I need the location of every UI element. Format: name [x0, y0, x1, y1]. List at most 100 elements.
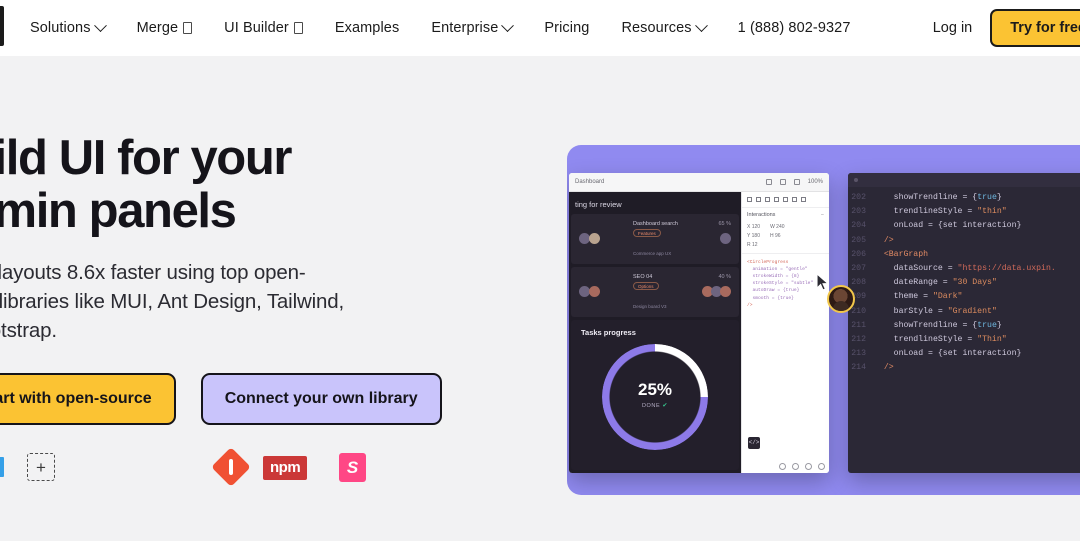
- code-line-text: onLoad = {set interaction}: [893, 221, 1022, 231]
- hero-subtitle: ign layouts 8.6x faster using top open- …: [0, 260, 345, 343]
- code-line: strokeWidth = {8}: [747, 274, 800, 280]
- library-logos-row: + npm S: [0, 447, 465, 487]
- collapse-icon[interactable]: −: [821, 212, 824, 218]
- properties-inspector-panel: Interactions − X 120 W 240 Y 180 H 96 R …: [741, 192, 829, 473]
- merge-badge-icon: [183, 22, 193, 34]
- code-line-text: showTrendline = {true}: [893, 193, 1002, 202]
- nav-right-actions: Log in Try for free: [933, 0, 1080, 56]
- inspector-field-r[interactable]: R 12: [747, 242, 758, 248]
- code-line-number: 211: [851, 320, 866, 330]
- hero-content: uild UI for your dmin panels ign layouts…: [0, 131, 465, 487]
- nav-item-examples[interactable]: Examples: [335, 20, 399, 36]
- brand-logo-mark[interactable]: [0, 6, 4, 46]
- partial-logo-icon: [0, 457, 4, 478]
- task-card[interactable]: SEO 04 Options 40 % Design board V3: [571, 267, 739, 317]
- zoom-in-icon[interactable]: [818, 463, 825, 470]
- start-with-open-source-button[interactable]: tart with open-source: [0, 373, 176, 426]
- code-editor-content[interactable]: 202 showTrendline = {true} 203 trendlineS…: [848, 187, 1080, 380]
- zoom-level[interactable]: 100%: [808, 179, 823, 185]
- storybook-logo-icon: S: [339, 453, 366, 483]
- inspector-row: X 120 W 240: [742, 222, 829, 231]
- code-line-text: theme = "Dark": [893, 292, 963, 302]
- hero-illustration: Dashboard 100% ting for review Dashboard…: [567, 145, 1080, 495]
- collaborator-avatar: [827, 285, 855, 313]
- code-line: />: [747, 302, 753, 308]
- code-line: 209 theme = "Dark": [848, 290, 1080, 304]
- design-canvas: ting for review Dashboard search Feature…: [569, 192, 741, 473]
- inspector-field-x[interactable]: X 120: [747, 224, 760, 230]
- align-middle-icon[interactable]: [783, 197, 788, 202]
- redo-icon[interactable]: [779, 179, 786, 185]
- code-line: autoDraw = {true}: [747, 288, 800, 294]
- play-icon[interactable]: [793, 179, 800, 185]
- inspector-field-y[interactable]: Y 180: [747, 233, 760, 239]
- progress-status-label: DONE: [641, 403, 661, 409]
- align-left-icon[interactable]: [747, 197, 752, 202]
- nav-item-label: Examples: [334, 20, 400, 36]
- code-line-number: 208: [851, 278, 866, 288]
- progress-status: DONE ✔: [602, 402, 708, 409]
- nav-item-label: Enterprise: [431, 20, 499, 36]
- nav-item-resources[interactable]: Resources: [621, 18, 708, 36]
- task-card-percent: 40 %: [718, 274, 731, 280]
- ui-builder-badge-icon: [293, 22, 303, 34]
- code-line: animation = "gentle": [747, 267, 808, 273]
- grid-icon[interactable]: [779, 463, 786, 470]
- code-line: 207 dataSource = "https://data.uxpin.: [848, 262, 1080, 276]
- canvas-header-text: ting for review: [575, 200, 622, 209]
- code-line: 203 trendlineStyle = "thin": [848, 205, 1080, 219]
- inspector-field-h[interactable]: H 96: [770, 233, 781, 239]
- code-line-number: 203: [851, 207, 866, 217]
- delete-icon[interactable]: [801, 197, 806, 202]
- group-icon[interactable]: [792, 197, 797, 202]
- inspector-footer: [779, 463, 825, 470]
- settings-icon[interactable]: [792, 463, 799, 470]
- code-line-number: 207: [851, 264, 866, 274]
- login-link[interactable]: Log in: [933, 20, 973, 36]
- avatar: [589, 286, 600, 297]
- align-top-icon[interactable]: [774, 197, 779, 202]
- inspector-section-label: Interactions: [747, 212, 776, 218]
- status-badge: Features: [633, 229, 661, 237]
- zoom-out-icon[interactable]: [805, 463, 812, 470]
- nav-item-merge[interactable]: Merge: [137, 20, 193, 36]
- nav-item-label: UI Builder: [224, 20, 289, 36]
- task-card-percent: 65 %: [718, 221, 731, 227]
- code-line-number: 206: [851, 249, 866, 259]
- check-icon: ✔: [662, 403, 669, 409]
- code-line-number: 213: [851, 349, 866, 359]
- task-card-subtitle: Commerce app UX: [633, 251, 672, 256]
- git-logo-icon: [211, 447, 251, 487]
- add-library-icon[interactable]: +: [27, 453, 55, 482]
- align-center-icon[interactable]: [756, 197, 761, 202]
- nav-item-label: Pricing: [544, 20, 590, 36]
- nav-item-label: Resources: [621, 20, 692, 36]
- progress-percent-value: 25%: [637, 380, 673, 399]
- nav-item-solutions[interactable]: Solutions: [30, 18, 107, 36]
- nav-phone-number[interactable]: 1 (888) 802-9327: [738, 20, 851, 36]
- code-view-icon[interactable]: </>: [748, 437, 760, 449]
- align-right-icon[interactable]: [765, 197, 770, 202]
- nav-item-pricing[interactable]: Pricing: [544, 20, 589, 36]
- inspector-row: R 12: [742, 240, 829, 249]
- avatar: [720, 233, 731, 244]
- inspector-row: Y 180 H 96: [742, 231, 829, 240]
- code-line-number: 202: [851, 193, 866, 202]
- inspector-section-header[interactable]: Interactions −: [742, 208, 829, 222]
- code-line-text: barStyle = "Gradient": [893, 306, 997, 316]
- undo-icon[interactable]: [765, 179, 772, 185]
- connect-your-own-library-button[interactable]: Connect your own library: [200, 373, 442, 426]
- task-card[interactable]: Dashboard search Features 65 % Commerce …: [571, 214, 739, 264]
- code-line-text: dataSource = "https://data.uxpin.: [893, 264, 1056, 274]
- code-line: 205 />: [848, 234, 1080, 248]
- nav-item-ui-builder[interactable]: UI Builder: [224, 20, 303, 36]
- try-for-free-button[interactable]: Try for free: [990, 9, 1080, 47]
- tasks-progress-panel: Tasks progress 25% DONE ✔: [571, 320, 739, 470]
- inspector-field-w[interactable]: W 240: [770, 224, 784, 230]
- code-line-text: trendlineStyle = "Thin": [893, 335, 1007, 345]
- code-line: smooth = {true}: [747, 295, 794, 301]
- avatar: [720, 286, 731, 297]
- nav-item-enterprise[interactable]: Enterprise: [431, 18, 515, 36]
- window-dot-icon: [854, 178, 858, 182]
- design-window-toolbar: Dashboard 100%: [569, 173, 829, 192]
